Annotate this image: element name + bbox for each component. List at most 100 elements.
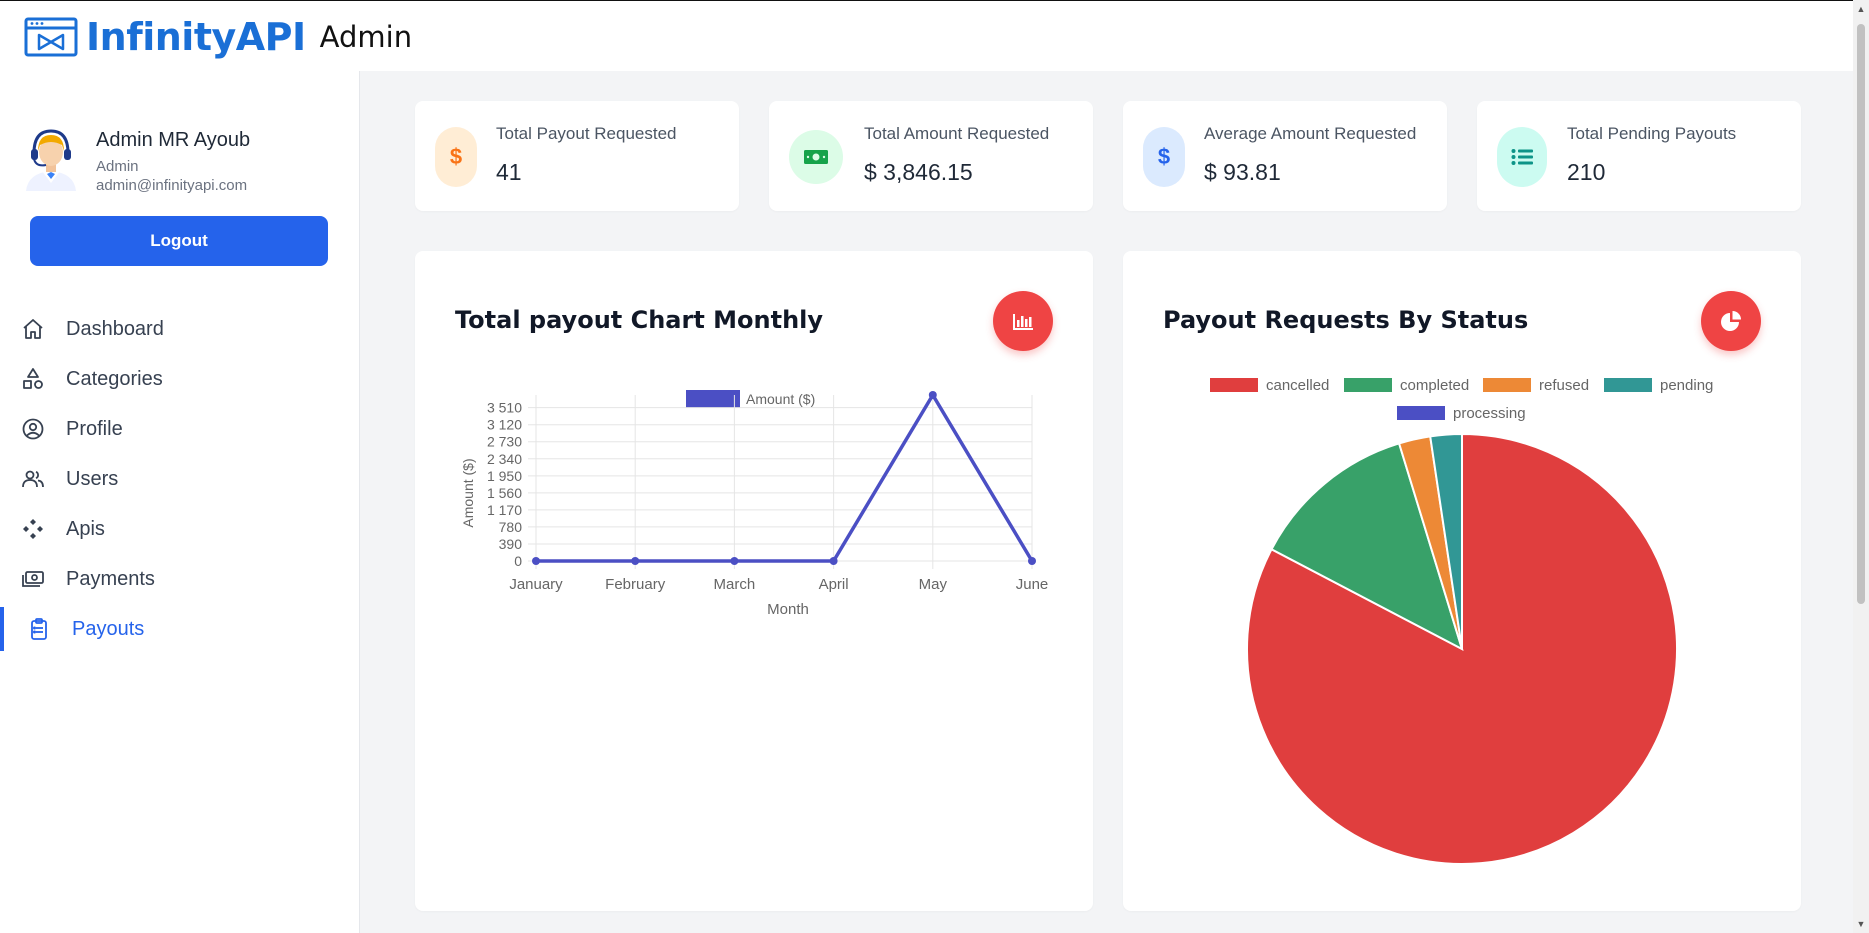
y-tick-label: 1 560 — [487, 485, 522, 501]
line-chart: Amount ($) 03907801 1701 5601 9502 3402 7… — [460, 390, 1049, 618]
pie-chart-card: Payout Requests By Status cancelled compl… — [1123, 251, 1801, 911]
scroll-thumb[interactable] — [1857, 24, 1865, 604]
y-tick-label: 1 170 — [487, 502, 522, 518]
y-axis-title: Amount ($) — [460, 458, 476, 527]
avatar — [26, 129, 76, 191]
x-tick-label: January — [509, 576, 563, 593]
data-point — [829, 557, 838, 565]
sidebar-item-label: Profile — [66, 417, 123, 440]
top-bar: InfinityAPI Admin — [0, 0, 1869, 71]
legend-swatch — [1344, 378, 1392, 392]
user-name: Admin MR Ayoub — [96, 129, 251, 151]
logout-button[interactable]: Logout — [30, 216, 328, 266]
apis-icon — [20, 516, 46, 542]
brand-name: InfinityAPI — [86, 15, 306, 59]
sidebar-item-payouts[interactable]: Payouts — [0, 604, 359, 654]
sidebar: Admin MR Ayoub Admin admin@infinityapi.c… — [0, 71, 360, 933]
data-point — [532, 557, 540, 565]
x-tick-label: February — [605, 576, 666, 593]
stat-label: Total Pending Payouts — [1567, 124, 1737, 143]
stat-card-total-amount-requested: Total Amount Requested $ 3,846.15 — [769, 101, 1093, 211]
sidebar-item-label: Payouts — [72, 617, 145, 640]
logo-icon — [24, 17, 78, 57]
legend-swatch — [1397, 406, 1445, 420]
legend-label: processing — [1453, 405, 1526, 422]
legend-swatch — [1210, 378, 1258, 392]
series-line — [536, 393, 1034, 563]
y-tick-label: 1 950 — [487, 468, 522, 484]
x-tick-label: March — [714, 576, 756, 593]
sidebar-item-dashboard[interactable]: Dashboard — [0, 304, 359, 354]
legend-item: Amount ($) — [686, 390, 815, 408]
dollar-icon: $ — [1143, 127, 1185, 187]
y-tick-label: 2 340 — [487, 451, 522, 467]
stat-value: $ 93.81 — [1204, 159, 1281, 185]
y-tick-label: 2 730 — [487, 434, 522, 450]
list-icon — [1497, 127, 1547, 187]
data-point — [730, 557, 739, 565]
data-point — [928, 391, 937, 399]
cash-icon — [789, 130, 843, 184]
home-icon — [20, 316, 46, 342]
shapes-icon — [20, 366, 46, 392]
chart-pie-icon[interactable] — [1701, 291, 1761, 351]
user-profile: Admin MR Ayoub Admin admin@infinityapi.c… — [20, 127, 250, 194]
legend-item: refused — [1483, 377, 1589, 394]
sidebar-item-label: Dashboard — [66, 317, 164, 340]
x-axis-title: Month — [767, 601, 809, 618]
sidebar-item-profile[interactable]: Profile — [0, 404, 359, 454]
line-chart-card: Total payout Chart Monthly Amount ($) 0 39… — [415, 251, 1093, 911]
sidebar-nav: Dashboard Categories Profile Users Apis — [0, 304, 359, 654]
x-tick-label: May — [919, 576, 948, 593]
legend-item: pending — [1604, 377, 1713, 394]
stat-label: Average Amount Requested — [1204, 124, 1417, 143]
y-tick-label: 0 — [514, 553, 522, 569]
y-tick-label: 780 — [499, 519, 523, 535]
page-scrollbar[interactable]: ▲ ▼ — [1853, 0, 1869, 933]
users-icon — [20, 466, 46, 492]
cash-icon — [20, 566, 46, 592]
data-point — [631, 557, 640, 565]
legend-label: Amount ($) — [746, 391, 815, 407]
stat-card-total-payout-requested: $ Total Payout Requested 41 — [415, 101, 739, 211]
sidebar-item-label: Payments — [66, 567, 155, 590]
stat-label: Total Amount Requested — [864, 124, 1050, 143]
pie-chart: cancelled completed refused pending processi… — [1210, 377, 1713, 865]
scroll-down-arrow-icon[interactable]: ▼ — [1856, 919, 1866, 929]
legend-item: processing — [1397, 405, 1526, 422]
legend-label: completed — [1400, 377, 1469, 394]
brand[interactable]: InfinityAPI Admin — [24, 15, 412, 59]
x-tick-label: June — [1016, 576, 1049, 593]
sidebar-item-categories[interactable]: Categories — [0, 354, 359, 404]
y-tick-label: 390 — [499, 536, 523, 552]
stat-card-average-amount-requested: $ Average Amount Requested $ 93.81 — [1123, 101, 1447, 211]
chart-bar-icon[interactable] — [993, 291, 1053, 351]
legend-item: completed — [1344, 377, 1469, 394]
sidebar-item-label: Users — [66, 467, 119, 490]
user-email: admin@infinityapi.com — [96, 177, 248, 194]
user-role: Admin — [96, 158, 139, 175]
pie-chart-title: Payout Requests By Status — [1163, 306, 1529, 334]
legend-item: cancelled — [1210, 377, 1329, 394]
stat-value: 41 — [496, 159, 522, 185]
sidebar-item-payments[interactable]: Payments — [0, 554, 359, 604]
sidebar-item-apis[interactable]: Apis — [0, 504, 359, 554]
user-circle-icon — [20, 416, 46, 442]
sidebar-item-users[interactable]: Users — [0, 454, 359, 504]
sidebar-item-label: Apis — [66, 517, 105, 540]
legend-label: refused — [1539, 377, 1589, 394]
sidebar-item-label: Categories — [66, 367, 163, 390]
legend-swatch — [1483, 378, 1531, 392]
brand-subtitle: Admin — [319, 20, 413, 54]
line-chart-title: Total payout Chart Monthly — [455, 306, 824, 334]
legend-label: pending — [1660, 377, 1713, 394]
clipboard-icon — [26, 616, 52, 642]
dollar-icon: $ — [435, 127, 477, 187]
stat-value: 210 — [1567, 159, 1606, 185]
legend-swatch — [686, 390, 740, 408]
legend-swatch — [1604, 378, 1652, 392]
y-tick-label: 3 120 — [487, 417, 522, 433]
data-point — [1028, 557, 1036, 565]
stat-value: $ 3,846.15 — [864, 159, 973, 185]
scroll-up-arrow-icon[interactable]: ▲ — [1856, 4, 1866, 14]
